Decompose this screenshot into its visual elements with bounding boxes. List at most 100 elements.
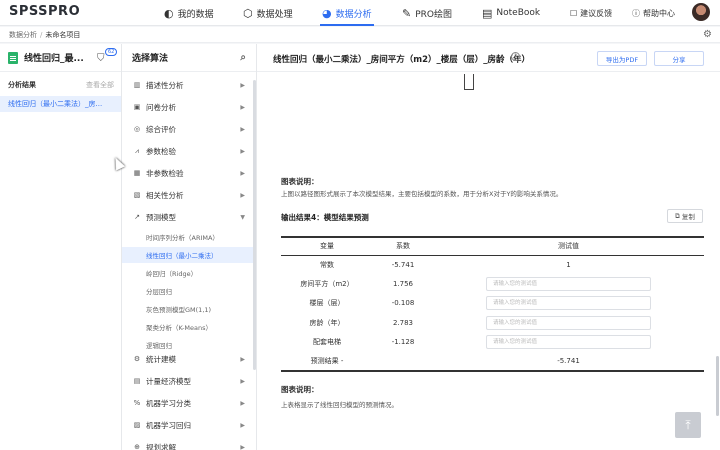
coef-cell: 2.783 <box>392 318 414 327</box>
test-value-input[interactable]: 请输入您的测试值 <box>486 335 651 350</box>
result-item[interactable]: 线性回归（最小二乘法）_房... <box>0 96 121 112</box>
category-optimization[interactable]: ⊕ 规划求解 ▶ <box>122 436 255 450</box>
chevron-right-icon: ▶ <box>240 81 245 89</box>
category-label: 机器学习分类 <box>146 398 191 408</box>
category-econometrics[interactable]: ▤ 计量经济模型 ▶ <box>122 370 255 392</box>
category-descriptive[interactable]: ▥ 描述性分析 ▶ <box>122 74 255 96</box>
app-logo[interactable]: SPSSPRO <box>9 4 80 19</box>
coef-cell <box>373 351 433 373</box>
category-statistical-modeling[interactable]: ⚙ 统计建模 ▶ <box>122 348 255 370</box>
copy-label: 复制 <box>681 213 695 221</box>
document-icon <box>8 51 18 64</box>
nav-label: PRO绘图 <box>415 9 452 20</box>
nav-label: NoteBook <box>496 8 541 18</box>
algo-hierarchical-regression[interactable]: 分层回归 <box>122 283 254 299</box>
coef-cell: -5.741 <box>391 260 415 269</box>
result-header: 线性回归（最小二乘法）_房间平方（m2）_楼层（层）_房龄（年） ? 导出为PD… <box>257 44 720 72</box>
coef-cell: -0.108 <box>391 299 415 308</box>
matrix-icon: ▧ <box>133 191 141 199</box>
table-row: 房间平方（m2） 1.756 请输入您的测试值 <box>281 274 704 293</box>
table-row: 常数 -5.741 1 <box>281 255 704 274</box>
distribution-icon: ⩘ <box>135 146 139 155</box>
variable-cell: 房间平方（m2） <box>300 280 354 289</box>
test-value-input[interactable]: 请输入您的测试值 <box>486 277 651 292</box>
copy-button[interactable]: ⧉ 复制 <box>667 209 703 223</box>
view-all-link[interactable]: 查看全部 <box>86 80 114 90</box>
category-nonparametric-test[interactable]: ▦ 非参数检验 ▶ <box>122 162 255 184</box>
test-value-cell: 1 <box>566 260 571 269</box>
test-value-cell: 请输入您的测试值 <box>433 333 704 352</box>
question-icon[interactable]: ? <box>511 52 520 61</box>
grid-icon: ▦ <box>133 169 141 177</box>
chevron-right-icon: ▶ <box>240 443 245 450</box>
project-title[interactable]: 线性回归_最... <box>24 51 84 64</box>
target-icon: ◎ <box>133 125 141 133</box>
nav-data-analysis[interactable]: ◕ 数据分析 <box>320 0 374 26</box>
algorithm-title: 选择算法 <box>132 54 169 64</box>
algorithm-scrollbar[interactable] <box>253 80 256 370</box>
algo-kmeans[interactable]: 聚类分析（K-Means） <box>122 319 254 335</box>
column-header: 变量 <box>281 236 373 256</box>
algo-ridge[interactable]: 岭回归（Ridge） <box>122 265 254 281</box>
path-diagram-fragment <box>464 74 474 90</box>
export-pdf-button[interactable]: 导出为PDF <box>597 51 647 66</box>
nav-pro-plot[interactable]: ✎ PRO绘图 <box>402 0 452 26</box>
category-correlation[interactable]: ▧ 相关性分析 ▶ <box>122 184 255 206</box>
coef-cell: 1.756 <box>392 280 414 289</box>
category-questionnaire[interactable]: ▣ 问卷分析 ▶ <box>122 96 255 118</box>
category-label: 计量经济模型 <box>146 376 191 386</box>
gear-icon[interactable]: ⚙ <box>703 29 712 40</box>
help-icon: ⓘ <box>632 8 640 18</box>
chart-note-text: 上图以路径图形式展示了本次模型结果，主要包括模型的系数，用于分析X对于Y的影响关… <box>281 190 563 198</box>
category-evaluation[interactable]: ◎ 综合评价 ▶ <box>122 118 255 140</box>
share-button[interactable]: 分享 <box>654 51 704 66</box>
category-parametric-test[interactable]: ⩘ 参数检验 ▶ <box>122 140 255 162</box>
feedback-label: 建议反馈 <box>580 8 613 18</box>
avatar[interactable] <box>692 3 710 21</box>
back-to-top-button[interactable]: ⤒ <box>675 412 701 438</box>
category-label: 机器学习回归 <box>146 420 191 430</box>
algo-linear-regression[interactable]: 线性回归（最小二乘法） <box>122 247 254 263</box>
chevron-down-icon: ▼ <box>240 213 245 221</box>
category-ml-regression[interactable]: ▨ 机器学习回归 ▶ <box>122 414 255 436</box>
filter-icon[interactable]: ⛉ <box>97 53 105 64</box>
nav-notebook[interactable]: ▤ NoteBook <box>482 0 540 26</box>
nav-data-processing[interactable]: ⬡ 数据处理 <box>243 0 293 26</box>
variable-cell: 房龄（年） <box>309 318 345 327</box>
breadcrumb-current: 未命名项目 <box>45 30 81 39</box>
category-ml-classification[interactable]: % 机器学习分类 ▶ <box>122 392 255 414</box>
chevron-right-icon: ▶ <box>240 125 245 133</box>
nav-my-data[interactable]: ◐ 我的数据 <box>164 0 214 26</box>
notebook-icon: ▤ <box>482 6 493 20</box>
chart-icon: ▨ <box>133 421 141 429</box>
search-icon[interactable]: ⌕ <box>240 52 246 63</box>
page-title: 线性回归（最小二乘法）_房间平方（m2）_楼层（层）_房龄（年） <box>273 55 531 65</box>
project-panel: 线性回归_最... ⛉ 62 分析结果 查看全部 线性回归（最小二乘法）_房..… <box>0 44 122 450</box>
nav-label: 我的数据 <box>177 9 214 20</box>
table-row: 预测结果 - -5.741 <box>281 351 704 373</box>
table-note-text: 上表格显示了线性回归模型的预测情况。 <box>281 401 398 409</box>
plus-circle-icon: ⊕ <box>134 443 140 450</box>
output-title: 输出结果4：模型结果预测 <box>281 213 369 222</box>
content-scrollbar[interactable] <box>716 356 719 416</box>
feedback-link[interactable]: ☐ 建议反馈 <box>570 0 612 26</box>
algo-arima[interactable]: 时间序列分析（ARIMA） <box>122 229 254 245</box>
breadcrumb-root[interactable]: 数据分析 <box>9 30 37 40</box>
category-label: 相关性分析 <box>146 190 184 200</box>
bar-chart-icon: ▥ <box>133 81 141 89</box>
copy-icon: ⧉ <box>675 211 680 220</box>
table-row: 配套电梯 -1.128 请输入您的测试值 <box>281 333 704 352</box>
test-value-input[interactable]: 请输入您的测试值 <box>486 296 651 311</box>
category-label: 参数检验 <box>146 146 176 156</box>
cube-icon: ⬡ <box>243 6 253 20</box>
algo-grey-gm[interactable]: 灰色预测模型GM(1,1) <box>122 301 254 317</box>
test-value-cell: 请输入您的测试值 <box>433 294 704 313</box>
filter-count-badge: 62 <box>105 48 118 56</box>
arrow-up-icon: ⤒ <box>685 417 691 432</box>
chevron-right-icon: ▶ <box>240 147 245 155</box>
test-value-input[interactable]: 请输入您的测试值 <box>486 315 651 330</box>
help-center-link[interactable]: ⓘ 帮助中心 <box>632 0 675 26</box>
table-icon: ▤ <box>133 377 141 385</box>
category-prediction[interactable]: ↗ 预测模型 ▼ <box>122 206 255 228</box>
trend-icon: ↗ <box>134 213 140 221</box>
